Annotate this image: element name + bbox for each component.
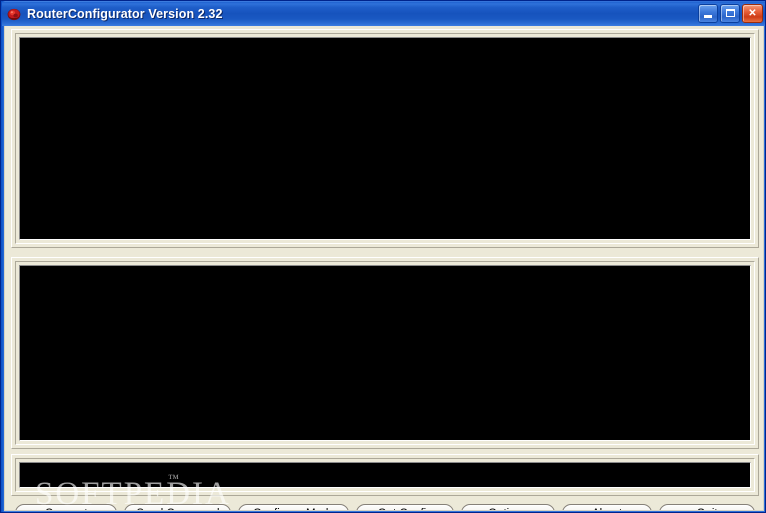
output-console[interactable] [19, 37, 751, 240]
command-input-bevel [15, 458, 755, 492]
close-icon: ✕ [748, 7, 757, 19]
rose-app-icon [6, 6, 22, 22]
maximize-icon [726, 9, 735, 17]
action-button-bar: Connect Send Command Configure Mode Get … [15, 504, 755, 510]
log-console-bevel [15, 261, 755, 445]
window-title: RouterConfigurator Version 2.32 [27, 7, 223, 21]
window-controls: ✕ [698, 4, 763, 23]
title-bar[interactable]: RouterConfigurator Version 2.32 ✕ [2, 2, 765, 26]
maximize-button[interactable] [720, 4, 740, 23]
log-console-group [11, 257, 759, 449]
application-window: RouterConfigurator Version 2.32 ✕ SOFTPE… [0, 0, 766, 513]
minimize-icon [704, 15, 712, 18]
get-config-button[interactable]: Get Config [356, 504, 454, 510]
options-button[interactable]: Options [460, 504, 555, 510]
send-command-button[interactable]: Send Command [124, 504, 232, 510]
log-console[interactable] [19, 265, 751, 441]
close-button[interactable]: ✕ [742, 4, 763, 23]
output-console-group [11, 29, 759, 248]
minimize-button[interactable] [698, 4, 718, 23]
connect-button[interactable]: Connect [15, 504, 118, 510]
output-console-bevel [15, 33, 755, 244]
command-input-group [11, 454, 759, 496]
configure-mode-button[interactable]: Configure Mode [238, 504, 350, 510]
quit-button[interactable]: Quit [659, 504, 755, 510]
client-area: SOFTPEDIA ™ www.softpedia.com Connect Se… [4, 26, 764, 511]
about-button[interactable]: About [561, 504, 653, 510]
client-inner [5, 26, 763, 510]
command-input[interactable] [19, 462, 751, 488]
